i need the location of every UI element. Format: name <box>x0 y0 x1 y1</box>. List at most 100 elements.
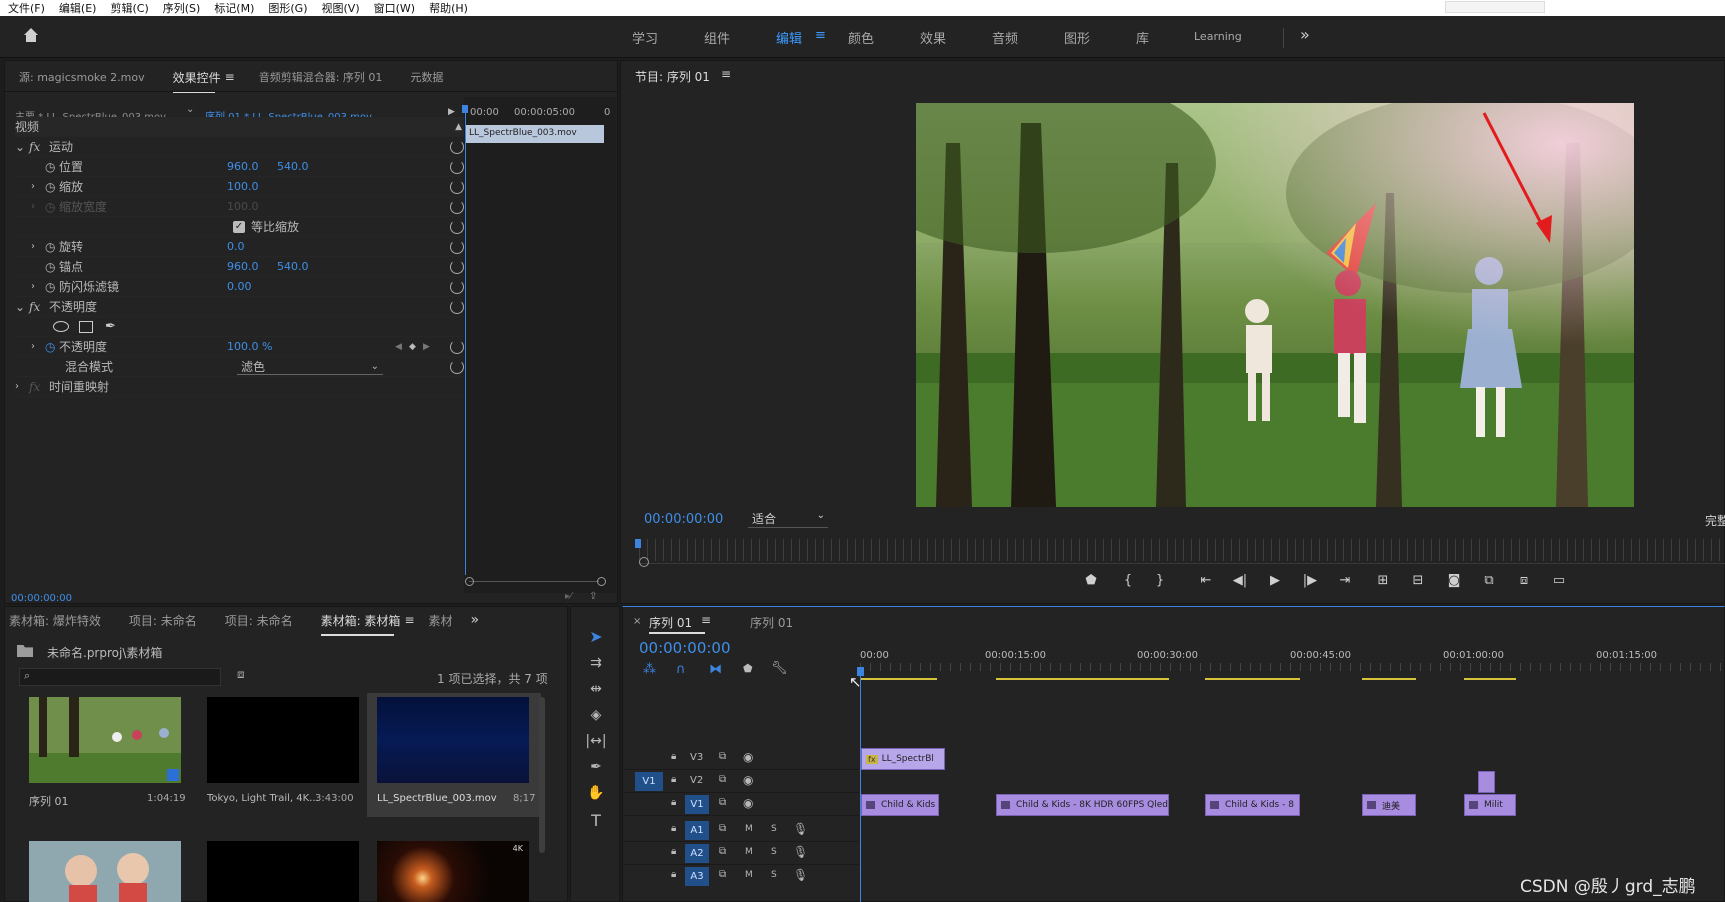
playback-resolution[interactable]: 完整 <box>1705 512 1725 529</box>
reset-icon[interactable] <box>450 299 464 314</box>
bin-item-tokyo[interactable]: Tokyo, Light Trail, 4K... 3:43:00 <box>201 693 371 813</box>
sync-icon[interactable]: ⧉ <box>719 751 726 762</box>
lock-icon[interactable]: 🔒︎ <box>671 823 676 834</box>
program-zoom-handle[interactable] <box>639 557 649 567</box>
program-playhead[interactable] <box>635 539 641 548</box>
chevron-right-icon[interactable]: › <box>31 341 45 352</box>
lock-icon[interactable]: 🔒︎ <box>671 797 676 808</box>
sync-icon[interactable]: ⧉ <box>719 846 726 857</box>
play-only-audio-icon[interactable]: ▶ <box>448 107 455 117</box>
anchor-x-value[interactable]: 960.0 <box>227 260 259 273</box>
tab-sequence-2[interactable]: 序列 01 <box>750 614 793 631</box>
more-tabs-icon[interactable]: » <box>471 612 480 628</box>
menu-edit[interactable]: 编辑(E) <box>59 0 97 16</box>
solo-button[interactable]: S <box>771 847 777 857</box>
nest-icon[interactable]: ⁂ <box>643 662 656 677</box>
home-icon[interactable] <box>22 26 40 47</box>
add-marker-icon[interactable]: ⬟ <box>743 662 753 675</box>
chevron-down-icon[interactable]: ⌄ <box>15 140 29 154</box>
program-timecode[interactable]: 00:00:00:00 <box>644 512 723 527</box>
menu-window[interactable]: 窗口(W) <box>374 0 415 16</box>
razor-tool-icon[interactable]: ◈ <box>579 707 613 729</box>
reset-icon[interactable] <box>450 179 464 194</box>
filter-icon[interactable]: ▸⁄ <box>565 591 572 602</box>
opacity-value[interactable]: 100.0 % <box>227 340 272 353</box>
workspace-color[interactable]: 颜色 <box>848 28 874 47</box>
workspace-effects[interactable]: 效果 <box>920 28 946 47</box>
effect-mini-timeline[interactable]: 00:00 00:00:05:00 0 LL_SpectrBlue_003.mo… <box>462 97 616 593</box>
menu-search-field[interactable] <box>1445 1 1545 13</box>
position-x-value[interactable]: 960.0 <box>227 160 259 173</box>
clip-v1-b[interactable]: Child & Kids - 8K HDR 60FPS Qled <box>996 794 1169 816</box>
collapse-up-icon[interactable]: ▲ <box>455 122 462 132</box>
mute-button[interactable]: M <box>745 847 753 857</box>
position-y-value[interactable]: 540.0 <box>277 160 309 173</box>
hand-tool-icon[interactable]: ✋ <box>579 785 613 807</box>
step-forward-icon[interactable]: |▶ <box>1302 573 1318 589</box>
mini-clip-bar[interactable]: LL_SpectrBlue_003.mov <box>465 125 604 143</box>
sync-icon[interactable]: ⧉ <box>719 774 726 785</box>
zoom-handle-left[interactable] <box>465 577 474 586</box>
chevron-right-icon[interactable]: › <box>31 281 45 292</box>
panel-menu-icon[interactable]: ≡ <box>701 613 711 627</box>
snap-magnet-icon[interactable]: ∩ <box>676 662 686 677</box>
sync-icon[interactable]: ⧉ <box>719 869 726 880</box>
sync-icon[interactable]: ⧉ <box>719 797 726 808</box>
lock-icon[interactable]: 🔒︎ <box>671 869 676 880</box>
pen-tool-icon[interactable]: ✒ <box>579 759 613 781</box>
workspace-editing[interactable]: 编辑 <box>776 28 802 47</box>
bin-item-spectr-blue-selected[interactable]: LL_SpectrBlue_003.mov 8;17 <box>367 693 541 817</box>
reset-icon[interactable] <box>450 219 464 234</box>
linked-selection-icon[interactable]: ⧓ <box>709 662 722 677</box>
fit-zoom-select[interactable]: 适合 ⌄ <box>748 510 828 528</box>
source-patch-v1[interactable]: V1 <box>635 772 663 791</box>
mini-playhead[interactable] <box>465 105 466 575</box>
clip-v3-spectr[interactable]: fx LL_SpectrBl <box>861 748 945 770</box>
menu-view[interactable]: 视图(V) <box>322 0 360 16</box>
panel-menu-icon[interactable]: ≡ <box>721 67 731 81</box>
lift-icon[interactable]: ⊞ <box>1375 573 1391 589</box>
track-label-v1[interactable]: V1 <box>685 795 709 814</box>
tab-sequence-active[interactable]: 序列 01 <box>649 614 692 631</box>
microphone-icon[interactable]: 🎙︎ <box>793 822 808 836</box>
reset-icon[interactable] <box>450 259 464 274</box>
close-icon[interactable]: × <box>633 616 641 627</box>
pen-mask-icon[interactable]: ✒ <box>105 319 116 334</box>
microphone-icon[interactable]: 🎙︎ <box>793 868 808 882</box>
fx-icon[interactable]: fx <box>29 140 49 154</box>
overwrite-icon[interactable]: ⧈ <box>1516 573 1532 589</box>
stopwatch-icon[interactable]: ◷ <box>45 160 59 174</box>
clip-v2-small[interactable] <box>1478 771 1495 793</box>
clip-v1-a[interactable]: Child & Kids <box>861 794 939 816</box>
play-icon[interactable]: ▶ <box>1267 573 1283 589</box>
reset-icon[interactable] <box>450 159 464 174</box>
tab-project-1[interactable]: 项目: 未命名 <box>115 612 211 629</box>
menu-help[interactable]: 帮助(H) <box>429 0 468 16</box>
workspace-menu-icon[interactable]: ≡ <box>815 28 826 43</box>
menu-graphics[interactable]: 图形(G) <box>268 0 307 16</box>
next-keyframe-icon[interactable]: ▶ <box>423 342 430 352</box>
reset-icon[interactable] <box>450 199 464 214</box>
rectangle-mask-icon[interactable] <box>79 320 93 333</box>
chevron-right-icon[interactable]: › <box>31 241 45 252</box>
timeline-playhead[interactable] <box>860 667 861 902</box>
menu-marker[interactable]: 标记(M) <box>214 0 254 16</box>
track-select-tool-icon[interactable]: ⇉ <box>579 655 613 677</box>
reset-icon[interactable] <box>450 359 464 374</box>
tab-project-2[interactable]: 项目: 未命名 <box>211 612 307 629</box>
program-scroll-track[interactable] <box>639 563 1725 564</box>
flicker-value[interactable]: 0.00 <box>227 280 252 293</box>
ellipse-mask-icon[interactable] <box>53 321 69 332</box>
black-clip-thumbnail[interactable] <box>207 841 359 902</box>
chevron-down-icon[interactable]: ⌄ <box>15 300 29 314</box>
timeline-timecode[interactable]: 00:00:00:00 <box>639 639 731 657</box>
reset-icon[interactable] <box>450 239 464 254</box>
eye-icon[interactable]: ◉ <box>743 796 753 810</box>
go-to-in-icon[interactable]: ⇤ <box>1198 573 1214 589</box>
reset-icon[interactable] <box>450 279 464 294</box>
mini-zoom-bar[interactable] <box>469 581 599 582</box>
tab-effect-controls[interactable]: 效果控件 <box>159 69 235 93</box>
motion-row[interactable]: ⌄ fx 运动 <box>15 137 464 157</box>
fire-clip-thumbnail[interactable]: 4K <box>377 841 529 902</box>
reset-icon[interactable] <box>450 339 464 354</box>
